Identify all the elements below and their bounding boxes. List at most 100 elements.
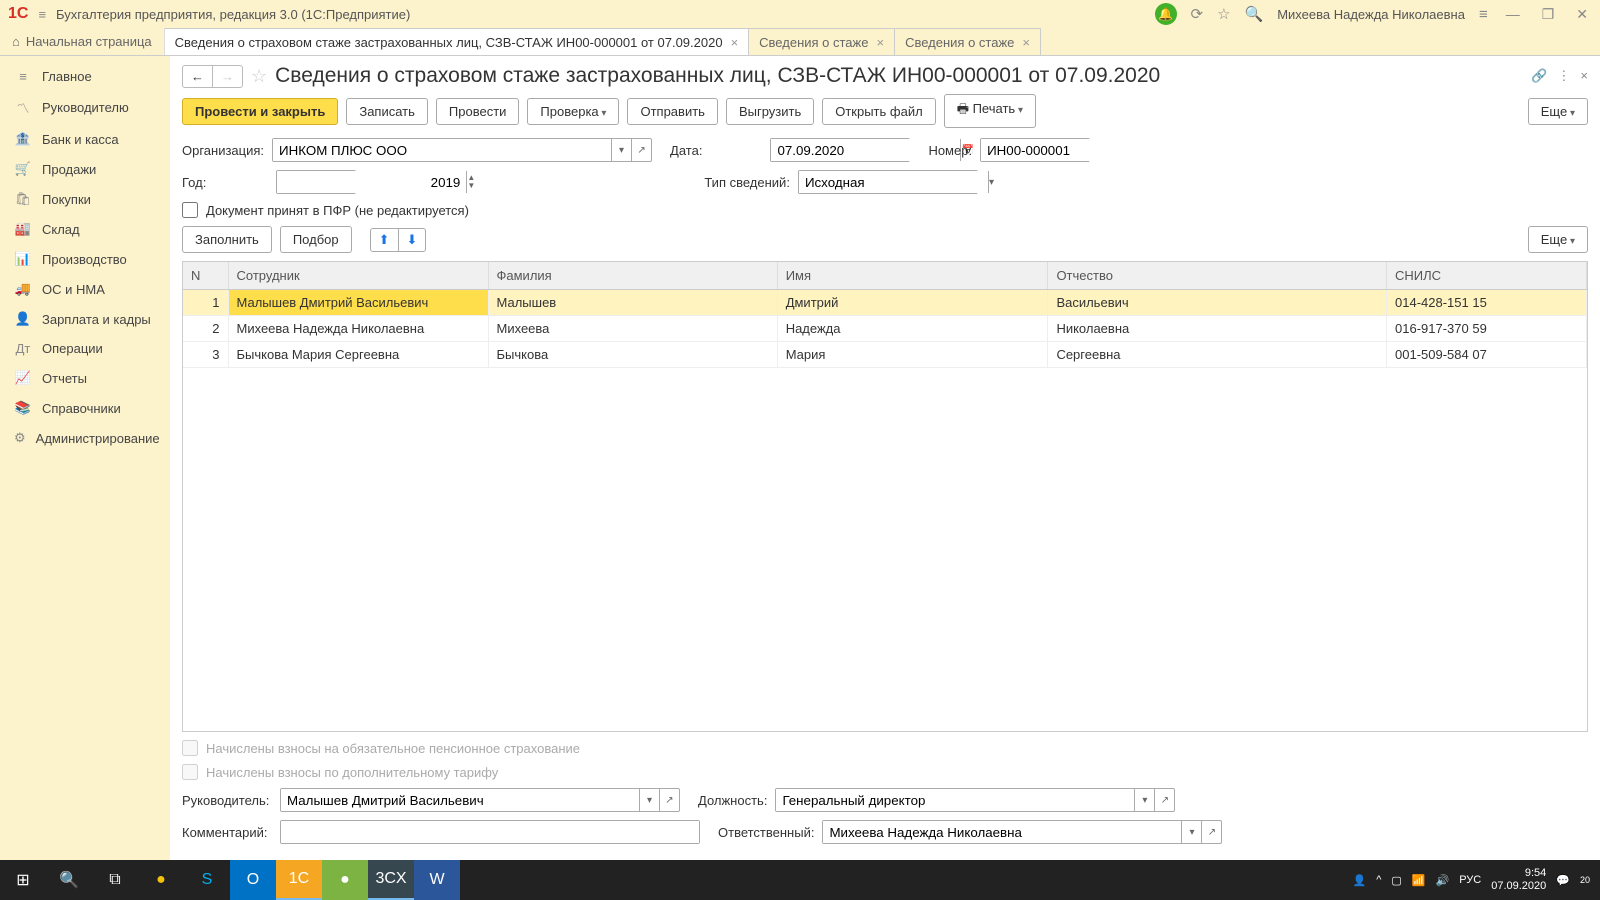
notifications-center-icon[interactable]: 💬 xyxy=(1556,874,1570,887)
open-icon[interactable]: ↗ xyxy=(1154,789,1174,811)
tray-up-icon[interactable]: ^ xyxy=(1376,874,1381,886)
year-field[interactable]: ▲▼ xyxy=(276,170,356,194)
open-icon[interactable]: ↗ xyxy=(631,139,651,161)
sidebar-item-0[interactable]: ≡Главное xyxy=(0,62,170,91)
more-button-2[interactable]: Еще xyxy=(1528,226,1588,253)
table-row[interactable]: 2 Михеева Надежда Николаевна Михеева Над… xyxy=(183,316,1587,342)
sidebar-item-3[interactable]: 🛒Продажи xyxy=(0,154,170,184)
tab-inactive-1[interactable]: Сведения о стаже × xyxy=(749,28,895,55)
comment-field[interactable] xyxy=(280,820,700,844)
employees-table[interactable]: N Сотрудник Фамилия Имя Отчество СНИЛС 1… xyxy=(182,261,1588,732)
move-down-button[interactable]: ⬇ xyxy=(398,229,426,251)
position-input[interactable] xyxy=(776,789,1134,811)
sidebar-item-6[interactable]: 📊Производство xyxy=(0,244,170,274)
number-input[interactable] xyxy=(981,139,1170,161)
sidebar-item-4[interactable]: 🛍Покупки xyxy=(0,184,170,214)
task-view[interactable]: ⧉ xyxy=(92,860,138,900)
1c-icon[interactable]: 1C xyxy=(276,860,322,900)
position-field[interactable]: ▾ ↗ xyxy=(775,788,1175,812)
col-n[interactable]: N xyxy=(183,262,228,290)
chrome-icon[interactable]: ● xyxy=(138,860,184,900)
favorite-icon[interactable]: ☆ xyxy=(251,66,267,87)
app-icon-2[interactable]: 3CX xyxy=(368,860,414,900)
clock[interactable]: 9:54 07.09.2020 xyxy=(1491,867,1546,893)
dropdown-icon[interactable]: ▾ xyxy=(1134,789,1154,811)
battery-icon[interactable]: ▢ xyxy=(1391,874,1401,887)
forward-button[interactable]: → xyxy=(212,66,242,87)
head-input[interactable] xyxy=(281,789,639,811)
org-field[interactable]: ▾ ↗ xyxy=(272,138,652,162)
year-input[interactable] xyxy=(277,171,466,193)
home-tab[interactable]: ⌂ Начальная страница xyxy=(0,28,165,55)
fill-button[interactable]: Заполнить xyxy=(182,226,272,253)
pfr-accepted-checkbox[interactable] xyxy=(182,202,198,218)
more-button[interactable]: Еще xyxy=(1528,98,1588,125)
write-button[interactable]: Записать xyxy=(346,98,428,125)
more-icon[interactable]: ⋮ xyxy=(1557,68,1570,84)
lang-indicator[interactable]: РУС xyxy=(1459,874,1481,886)
select-button[interactable]: Подбор xyxy=(280,226,352,253)
close-panel-icon[interactable]: × xyxy=(1580,68,1588,84)
people-icon[interactable]: 👤 xyxy=(1353,874,1367,887)
task-search[interactable]: 🔍 xyxy=(46,860,92,900)
network-icon[interactable]: 📶 xyxy=(1412,874,1426,887)
app-icon-1[interactable]: ● xyxy=(322,860,368,900)
history-icon[interactable]: ⟳ xyxy=(1191,5,1204,23)
sidebar-item-7[interactable]: 🚚ОС и НМА xyxy=(0,274,170,304)
send-button[interactable]: Отправить xyxy=(627,98,717,125)
tab-active[interactable]: Сведения о страховом стаже застрахованны… xyxy=(165,28,750,55)
responsible-input[interactable] xyxy=(823,821,1181,843)
dropdown-icon[interactable]: ▾ xyxy=(1181,821,1201,843)
date-field[interactable]: 📅 xyxy=(770,138,910,162)
col-employee[interactable]: Сотрудник xyxy=(228,262,488,290)
table-row[interactable]: 3 Бычкова Мария Сергеевна Бычкова Мария … xyxy=(183,342,1587,368)
back-button[interactable]: ← xyxy=(183,66,212,87)
post-and-close-button[interactable]: Провести и закрыть xyxy=(182,98,338,125)
outlook-icon[interactable]: O xyxy=(230,860,276,900)
close-icon[interactable]: × xyxy=(1022,35,1030,50)
notifications-icon[interactable]: 🔔 xyxy=(1155,3,1177,25)
org-input[interactable] xyxy=(273,139,611,161)
sidebar-item-9[interactable]: ДтОперации xyxy=(0,334,170,363)
post-button[interactable]: Провести xyxy=(436,98,520,125)
minimize-button[interactable]: — xyxy=(1502,6,1524,22)
col-surname[interactable]: Фамилия xyxy=(488,262,777,290)
sidebar-item-8[interactable]: 👤Зарплата и кадры xyxy=(0,304,170,334)
sidebar-item-5[interactable]: 🏭Склад xyxy=(0,214,170,244)
open-icon[interactable]: ↗ xyxy=(659,789,679,811)
star-icon[interactable]: ☆ xyxy=(1217,5,1230,23)
close-button[interactable]: ✕ xyxy=(1572,6,1592,23)
open-icon[interactable]: ↗ xyxy=(1201,821,1221,843)
word-icon[interactable]: W xyxy=(414,860,460,900)
dropdown-icon[interactable]: ▾ xyxy=(611,139,631,161)
head-field[interactable]: ▾ ↗ xyxy=(280,788,680,812)
col-snils[interactable]: СНИЛС xyxy=(1387,262,1587,290)
open-file-button[interactable]: Открыть файл xyxy=(822,98,935,125)
tab-inactive-2[interactable]: Сведения о стаже × xyxy=(895,28,1041,55)
sidebar-item-12[interactable]: ⚙Администрирование xyxy=(0,423,170,453)
close-icon[interactable]: × xyxy=(876,35,884,50)
search-icon[interactable]: 🔍 xyxy=(1245,5,1264,23)
dropdown-icon[interactable]: ▾ xyxy=(988,171,994,193)
responsible-field[interactable]: ▾ ↗ xyxy=(822,820,1222,844)
volume-icon[interactable]: 🔊 xyxy=(1435,874,1449,887)
current-user[interactable]: Михеева Надежда Николаевна xyxy=(1277,7,1465,22)
sidebar-item-2[interactable]: 🏦Банк и касса xyxy=(0,124,170,154)
start-button[interactable]: ⊞ xyxy=(0,860,46,900)
close-icon[interactable]: × xyxy=(731,35,739,50)
skype-icon[interactable]: S xyxy=(184,860,230,900)
type-field[interactable]: ▾ xyxy=(798,170,978,194)
print-button[interactable]: 🖶 Печать xyxy=(944,94,1036,128)
spinner-icon[interactable]: ▲▼ xyxy=(466,171,475,193)
settings-icon[interactable]: ≡ xyxy=(1479,6,1488,23)
hamburger-icon[interactable]: ≡ xyxy=(38,7,46,22)
sidebar-item-10[interactable]: 📈Отчеты xyxy=(0,363,170,393)
sidebar-item-11[interactable]: 📚Справочники xyxy=(0,393,170,423)
comment-input[interactable] xyxy=(281,821,699,843)
maximize-button[interactable]: ❐ xyxy=(1538,6,1559,23)
col-patronymic[interactable]: Отчество xyxy=(1048,262,1387,290)
col-name[interactable]: Имя xyxy=(777,262,1048,290)
type-input[interactable] xyxy=(799,171,988,193)
sidebar-item-1[interactable]: 〽Руководителю xyxy=(0,91,170,124)
check-button[interactable]: Проверка xyxy=(527,98,619,125)
